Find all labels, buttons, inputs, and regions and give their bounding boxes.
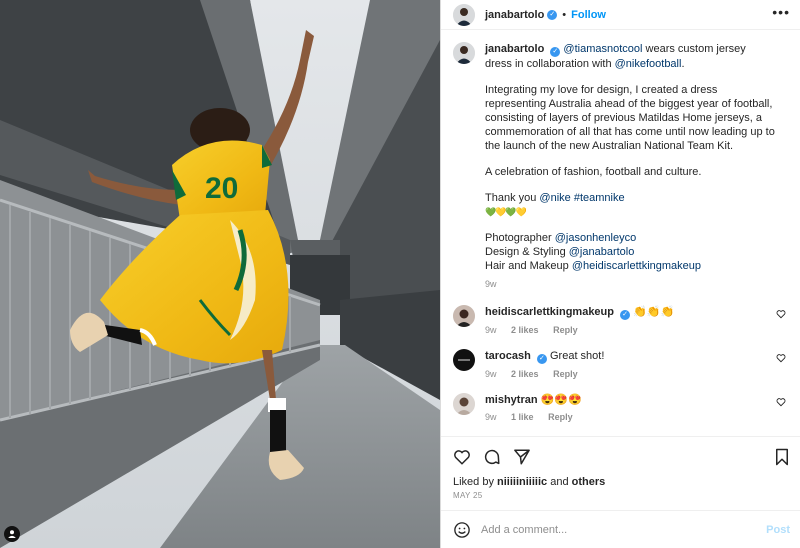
comment-text-line: tarocash ✓ Great shot! xyxy=(485,349,765,364)
mention-link[interactable]: @janabartolo xyxy=(569,246,635,258)
post-image: 20 xyxy=(0,0,440,548)
commenter-avatar[interactable] xyxy=(453,393,475,415)
comment-icon[interactable] xyxy=(483,448,501,466)
liked-middle: and xyxy=(547,476,572,488)
comment-username[interactable]: mishytran xyxy=(485,394,538,406)
liked-user-link[interactable]: niiiiiniiiiic xyxy=(497,476,547,488)
liked-prefix: Liked by xyxy=(453,476,498,488)
liked-others-link[interactable]: others xyxy=(572,476,606,488)
reply-button[interactable]: Reply xyxy=(553,369,578,379)
instagram-post-modal: 20 janabartolo ✓ • Follow ••• janabartol… xyxy=(0,0,800,548)
comment-time[interactable]: 9w xyxy=(485,369,497,379)
caption-timestamp[interactable]: 9w xyxy=(485,277,775,291)
caption-thanks: Thank you @nike #teamnike 💚💛💚💛 xyxy=(485,191,775,219)
comment-input[interactable] xyxy=(481,523,767,536)
author-avatar[interactable] xyxy=(453,3,475,26)
mention-link[interactable]: @jasonhenleyco xyxy=(555,232,637,244)
post-photo[interactable]: 20 xyxy=(0,0,440,548)
mention-link[interactable]: @nikefootball xyxy=(615,58,682,70)
post-date[interactable]: MAY 25 xyxy=(441,488,800,510)
comment-text: 😍😍😍 xyxy=(540,394,582,406)
caption-username[interactable]: janabartolo xyxy=(485,43,544,55)
caption-avatar[interactable] xyxy=(453,42,475,64)
caption-text: . xyxy=(681,58,685,70)
comment-item: mishytran 😍😍😍 9w 1 like Reply xyxy=(453,393,788,422)
comment-body: tarocash ✓ Great shot! 9w 2 likes Reply xyxy=(485,349,765,379)
hashtag-link[interactable]: #teamnike xyxy=(574,192,625,204)
commenter-avatar[interactable] xyxy=(453,349,475,371)
comment-item: heidiscarlettkingmakeup ✓ 👏👏👏 9w 2 likes… xyxy=(453,305,788,335)
comment-heart-icon[interactable] xyxy=(776,309,786,322)
credit-label: Hair and Makeup xyxy=(485,260,572,272)
verified-icon: ✓ xyxy=(547,9,558,20)
post-comment-button[interactable]: Post xyxy=(766,524,790,536)
share-icon[interactable] xyxy=(513,448,531,466)
verified-icon: ✓ xyxy=(550,47,561,57)
mention-link[interactable]: @tiamasnotcool xyxy=(563,43,642,55)
credit-label: Photographer xyxy=(485,232,555,244)
verified-icon: ✓ xyxy=(620,310,631,320)
caption-credits: Photographer @jasonhenleyco Design & Sty… xyxy=(485,231,775,273)
comments-scroll-area[interactable]: janabartolo ✓ @tiamasnotcool wears custo… xyxy=(441,30,800,436)
commenter-avatar[interactable] xyxy=(453,305,475,327)
comment-username[interactable]: heidiscarlettkingmakeup xyxy=(485,306,614,318)
credit-label: Design & Styling xyxy=(485,246,569,258)
mention-link[interactable]: @heidiscarlettkingmakeup xyxy=(572,260,701,272)
svg-text:20: 20 xyxy=(205,172,238,205)
comment-time[interactable]: 9w xyxy=(485,325,497,335)
bookmark-icon[interactable] xyxy=(774,448,790,466)
comment-text: 👏👏👏 xyxy=(633,306,675,318)
post-header: janabartolo ✓ • Follow ••• xyxy=(441,0,800,30)
comment-likes[interactable]: 2 likes xyxy=(511,369,539,379)
liked-by: Liked by niiiiiniiiiic and others xyxy=(441,476,800,488)
caption-text: Thank you xyxy=(485,192,540,204)
comment-text: Great shot! xyxy=(549,350,605,362)
follow-button[interactable]: Follow xyxy=(571,9,606,21)
comment-body: mishytran 😍😍😍 9w 1 like Reply xyxy=(485,393,765,422)
comment-body: heidiscarlettkingmakeup ✓ 👏👏👏 9w 2 likes… xyxy=(485,305,765,335)
comment-meta: 9w 2 likes Reply xyxy=(485,369,765,379)
separator-dot: • xyxy=(562,8,567,21)
post-sidebar: janabartolo ✓ • Follow ••• janabartolo ✓… xyxy=(440,0,800,548)
caption-paragraph-3: A celebration of fashion, football and c… xyxy=(485,166,702,178)
comment-likes[interactable]: 2 likes xyxy=(511,325,539,335)
reply-button[interactable]: Reply xyxy=(548,412,573,422)
post-actions xyxy=(441,436,800,476)
comment-heart-icon[interactable] xyxy=(776,353,786,366)
comment-item: tarocash ✓ Great shot! 9w 2 likes Reply xyxy=(453,349,788,379)
comment-text-line: mishytran 😍😍😍 xyxy=(485,393,765,407)
comment-heart-icon[interactable] xyxy=(776,397,786,410)
emoji-icon[interactable] xyxy=(453,521,471,539)
reply-button[interactable]: Reply xyxy=(553,325,578,335)
comment-text-line: heidiscarlettkingmakeup ✓ 👏👏👏 xyxy=(485,305,765,320)
comment-meta: 9w 2 likes Reply xyxy=(485,325,765,335)
comment-likes[interactable]: 1 like xyxy=(511,412,534,422)
heart-emojis: 💚💛💚💛 xyxy=(485,207,527,217)
post-caption: janabartolo ✓ @tiamasnotcool wears custo… xyxy=(453,42,788,291)
user-tag-icon[interactable] xyxy=(4,526,20,542)
add-comment-bar: Post xyxy=(441,510,800,548)
comment-meta: 9w 1 like Reply xyxy=(485,412,765,422)
more-icon[interactable]: ••• xyxy=(772,5,790,22)
comment-username[interactable]: tarocash xyxy=(485,350,531,362)
caption-paragraph-2: Integrating my love for design, I create… xyxy=(485,84,775,152)
caption-body: janabartolo ✓ @tiamasnotcool wears custo… xyxy=(485,42,775,291)
heart-icon[interactable] xyxy=(453,448,471,466)
comment-time[interactable]: 9w xyxy=(485,412,497,422)
author-username[interactable]: janabartolo xyxy=(485,9,544,21)
mention-link[interactable]: @nike xyxy=(539,192,570,204)
verified-icon: ✓ xyxy=(536,354,547,364)
caption-paragraph-1: janabartolo ✓ @tiamasnotcool wears custo… xyxy=(485,42,775,71)
